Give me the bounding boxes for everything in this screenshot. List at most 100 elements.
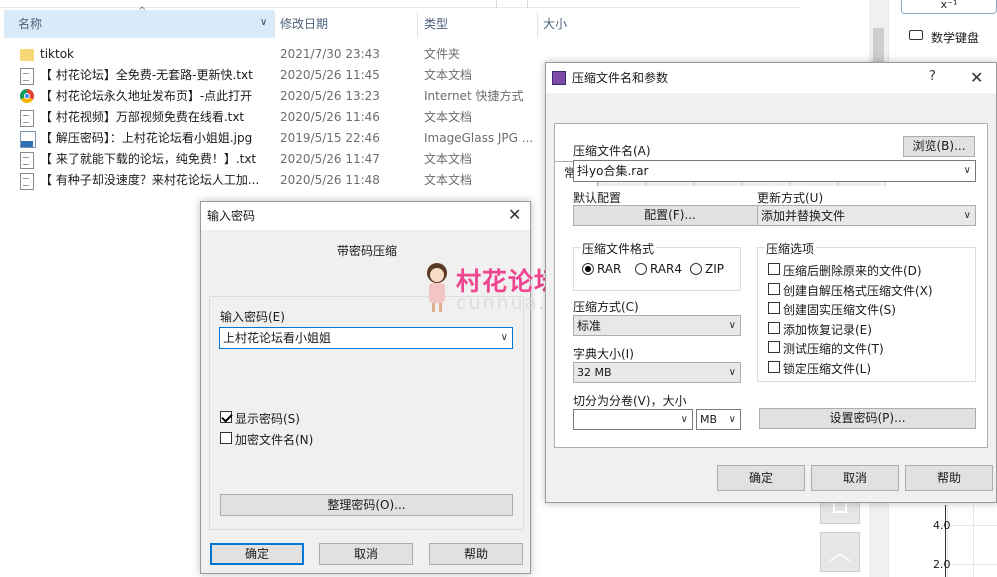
file-row[interactable]: tiktok 2021/7/30 23:43 文件夹 <box>16 44 496 65</box>
file-row[interactable]: 【 来了就能下载的论坛，纯免费！】.txt 2020/5/26 11:47 文本文档 <box>16 149 496 170</box>
header-sep <box>537 12 538 38</box>
update-mode-select[interactable]: 添加并替换文件 ∨ <box>757 205 976 226</box>
chevron-down-icon[interactable]: ∨ <box>964 206 971 226</box>
option-checkbox[interactable] <box>768 302 780 314</box>
jpg-file-icon <box>20 131 36 148</box>
format-rar-label[interactable]: RAR <box>597 262 621 276</box>
scroll-top-button[interactable]: ︿ <box>820 532 860 572</box>
show-password-checkbox[interactable] <box>220 411 232 423</box>
organize-passwords-button[interactable]: 整理密码(O)... <box>220 494 513 516</box>
top-strip-sep <box>496 0 497 8</box>
file-date: 2021/7/30 23:43 <box>280 47 380 61</box>
option-checkbox[interactable] <box>768 360 780 373</box>
compression-method-select[interactable]: 标准 ∨ <box>573 315 741 336</box>
format-rar4-label[interactable]: RAR4 <box>650 262 682 276</box>
option-label[interactable]: 创建固实压缩文件(S) <box>783 301 896 318</box>
archive-name-input[interactable]: 抖yo合集.rar ∨ <box>573 160 976 182</box>
file-date: 2020/5/26 11:48 <box>280 173 380 187</box>
cancel-button[interactable]: 取消 <box>319 543 413 565</box>
split-unit-select[interactable]: MB ∨ <box>696 409 741 430</box>
cancel-button[interactable]: 取消 <box>811 465 899 491</box>
file-row[interactable]: 【 有种子却没速度？来村花论坛人工加... 2020/5/26 11:48 文本文档 <box>16 170 496 191</box>
set-password-button[interactable]: 设置密码(P)... <box>759 408 976 429</box>
header-sep <box>274 12 275 38</box>
column-header-type[interactable]: 类型 <box>424 10 524 38</box>
archive-name-label: 压缩文件名(A) <box>573 144 651 158</box>
file-name: 【 来了就能下载的论坛，纯免费！】.txt <box>40 152 257 166</box>
chevron-up-icon: ︿ <box>829 541 852 566</box>
option-label[interactable]: 创建自解压格式压缩文件(X) <box>783 282 933 299</box>
option-checkbox[interactable] <box>768 282 780 295</box>
watermark-girl-icon <box>424 263 450 313</box>
file-name: 【 解压密码】：上村花论坛看小姐姐.jpg <box>40 131 253 145</box>
format-zip-label[interactable]: ZIP <box>705 262 724 276</box>
ok-button[interactable]: 确定 <box>717 465 805 491</box>
chevron-down-icon[interactable]: ∨ <box>681 410 688 430</box>
compression-method-value: 标准 <box>577 319 602 333</box>
close-icon[interactable]: ✕ <box>970 68 983 87</box>
archive-name-value: 抖yo合集.rar <box>577 164 649 178</box>
chevron-down-icon[interactable]: ∨ <box>501 328 508 348</box>
file-name: 【 村花论坛永久地址发布页】-点此打开 <box>40 89 253 103</box>
math-keyboard-label[interactable]: 数学键盘 <box>931 29 979 46</box>
chevron-down-icon[interactable]: ∨ <box>964 161 971 181</box>
ok-button[interactable]: 确定 <box>210 543 304 565</box>
password-dialog-subtitle: 带密码压缩 <box>337 244 398 258</box>
file-name: 【 村花论坛】全免费-无套路-更新快.txt <box>40 68 253 82</box>
option-label[interactable]: 测试压缩的文件(T) <box>783 340 884 357</box>
format-rar-radio[interactable] <box>582 263 594 275</box>
file-name: 【 有种子却没速度？来村花论坛人工加... <box>40 173 260 187</box>
password-value: 上村花论坛看小姐姐 <box>223 331 332 345</box>
file-type: ImageGlass JPG ... <box>424 131 534 145</box>
folder-icon <box>20 49 34 61</box>
column-header-size[interactable]: 大小 <box>543 10 623 38</box>
chevron-down-icon[interactable]: ∨ <box>729 363 736 383</box>
config-button[interactable]: 配置(F)... <box>573 205 767 226</box>
file-type: 文件夹 <box>424 47 461 61</box>
file-type: Internet 快捷方式 <box>424 89 524 103</box>
format-zip-radio[interactable] <box>690 263 702 275</box>
file-name: tiktok <box>40 47 74 61</box>
option-checkbox[interactable] <box>768 263 780 275</box>
column-header-date[interactable]: 修改日期 <box>280 10 410 38</box>
option-label[interactable]: 添加恢复记录(E) <box>783 321 872 338</box>
file-row[interactable]: 【 村花论坛】全免费-无套路-更新快.txt 2020/5/26 11:45 文本文… <box>16 65 496 86</box>
help-icon[interactable]: ? <box>929 69 936 84</box>
text-file-icon <box>20 110 34 127</box>
help-button[interactable]: 帮助 <box>429 543 523 565</box>
show-password-label[interactable]: 显示密码(S) <box>235 410 300 427</box>
browse-button[interactable]: 浏览(B)... <box>903 136 975 157</box>
sort-ascending-icon: ^ <box>138 6 147 17</box>
dictionary-size-select[interactable]: 32 MB ∨ <box>573 362 741 383</box>
compression-method-label: 压缩方式(C) <box>573 300 639 314</box>
chevron-down-icon[interactable]: ∨ <box>729 410 736 430</box>
file-type: 文本文档 <box>424 68 473 82</box>
column-dropdown-icon[interactable]: ∨ <box>260 17 267 28</box>
close-icon[interactable]: ✕ <box>508 205 521 224</box>
formula-box[interactable]: x⁻¹ <box>901 0 997 14</box>
password-dialog-titlebar[interactable]: 输入密码 <box>201 202 530 230</box>
encrypt-names-checkbox[interactable] <box>220 432 232 444</box>
header-sep <box>417 12 418 38</box>
option-checkbox[interactable] <box>768 321 780 334</box>
file-row[interactable]: 【 村花论坛永久地址发布页】-点此打开 2020/5/26 13:23 Intern… <box>16 86 523 107</box>
option-label[interactable]: 压缩后删除原来的文件(D) <box>783 262 922 279</box>
dictionary-size-label: 字典大小(I) <box>573 347 634 361</box>
format-rar4-radio[interactable] <box>635 263 647 275</box>
option-checkbox[interactable] <box>768 341 780 353</box>
file-type: 文本文档 <box>424 152 473 166</box>
dictionary-size-value: 32 MB <box>577 366 612 379</box>
password-dialog: 输入密码 ✕ 带密码压缩 输入密码(E) 上村花论坛看小姐姐 ∨ 显示密码(S)… <box>200 201 531 574</box>
file-row[interactable]: 【 村花视频】万部视频免费在线看.txt 2020/5/26 11:46 文本文档 <box>16 107 496 128</box>
password-input[interactable]: 上村花论坛看小姐姐 ∨ <box>219 327 513 349</box>
axis-label-4: 4.0 <box>933 519 951 532</box>
option-label[interactable]: 锁定压缩文件(L) <box>783 360 871 377</box>
file-row[interactable]: 【 解压密码】：上村花论坛看小姐姐.jpg 2019/5/15 22:46 Imag… <box>16 128 533 149</box>
split-volume-input[interactable]: ∨ <box>573 409 693 430</box>
chevron-down-icon[interactable]: ∨ <box>729 316 736 336</box>
split-volume-label: 切分为分卷(V)，大小 <box>573 394 687 408</box>
file-type: 文本文档 <box>424 110 473 124</box>
encrypt-names-label[interactable]: 加密文件名(N) <box>235 431 313 448</box>
password-input-label: 输入密码(E) <box>220 310 285 324</box>
help-button[interactable]: 帮助 <box>905 465 993 491</box>
